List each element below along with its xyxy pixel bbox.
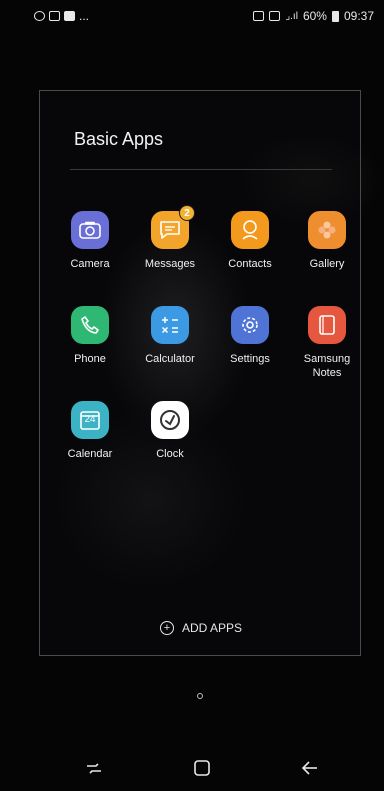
- app-folder: Basic Apps Camera 2 Messages Contacts Ga…: [39, 90, 361, 656]
- folder-divider: [70, 169, 332, 170]
- calculator-icon: [151, 306, 189, 344]
- system-icons: ⌟.ıl 60% 09:37: [253, 9, 374, 23]
- app-clock[interactable]: Clock: [135, 401, 205, 461]
- app-label: Gallery: [309, 258, 345, 270]
- battery-percent: 60%: [302, 9, 327, 23]
- app-gallery[interactable]: Gallery: [292, 211, 362, 271]
- signal-icon: ⌟.ıl: [285, 10, 298, 22]
- status-bar: ... ⌟.ıl 60% 09:37: [0, 0, 384, 30]
- calendar-day: 24: [84, 414, 96, 425]
- alarm-icon: [253, 11, 265, 21]
- unread-badge: 2: [179, 205, 195, 221]
- nfc-icon: [269, 11, 281, 21]
- home-screen: ... ⌟.ıl 60% 09:37 Basic Apps Camera 2 M…: [0, 0, 384, 791]
- app-label: Camera: [70, 258, 110, 270]
- app-calendar[interactable]: 24 Calendar: [55, 401, 125, 461]
- app-settings[interactable]: Settings: [215, 306, 285, 366]
- app-label: Clock: [156, 448, 184, 460]
- phone-icon: [71, 306, 109, 344]
- recents-button[interactable]: [84, 758, 104, 778]
- notes-icon: [308, 306, 346, 344]
- app-phone[interactable]: Phone: [55, 306, 125, 366]
- app-label: Calculator: [145, 353, 195, 365]
- folder-title[interactable]: Basic Apps: [74, 129, 163, 150]
- navigation-bar: [0, 740, 384, 791]
- app-contacts[interactable]: Contacts: [215, 211, 285, 271]
- app-label: Samsung Notes: [303, 353, 351, 379]
- calendar-icon: 24: [71, 401, 109, 439]
- back-button[interactable]: [300, 758, 320, 778]
- home-button[interactable]: [192, 758, 212, 778]
- add-apps-label: ADD APPS: [182, 621, 243, 635]
- app-label: Settings: [230, 353, 270, 365]
- app-calculator[interactable]: Calculator: [135, 306, 205, 366]
- app-label: Phone: [74, 353, 106, 365]
- app-messages[interactable]: 2 Messages: [135, 205, 205, 271]
- app-label: Contacts: [228, 258, 272, 270]
- home-icon: [194, 760, 210, 776]
- page-indicator: [197, 693, 203, 699]
- settings-icon: [231, 306, 269, 344]
- messages-icon: 2: [151, 205, 195, 249]
- app-camera[interactable]: Camera: [55, 211, 125, 271]
- app-label: Calendar: [67, 448, 113, 460]
- add-apps-button[interactable]: + ADD APPS: [160, 621, 242, 635]
- back-arrow-icon: [301, 761, 317, 775]
- app-label: Messages: [144, 258, 196, 270]
- battery-icon: [331, 10, 339, 22]
- gallery-icon: [308, 211, 346, 249]
- image-icon: [49, 11, 60, 21]
- notification-overflow: ...: [79, 9, 90, 23]
- app-samsung-notes[interactable]: Samsung Notes: [292, 306, 362, 380]
- notification-icons: ...: [34, 9, 89, 23]
- whatsapp-icon: [34, 11, 45, 21]
- contacts-icon: [231, 211, 269, 249]
- camera-icon: [71, 211, 109, 249]
- recents-icon: [87, 763, 101, 774]
- plus-circle-icon: +: [160, 621, 174, 635]
- clock-time: 09:37: [343, 9, 374, 23]
- facebook-icon: [64, 11, 75, 21]
- clock-icon: [151, 401, 189, 439]
